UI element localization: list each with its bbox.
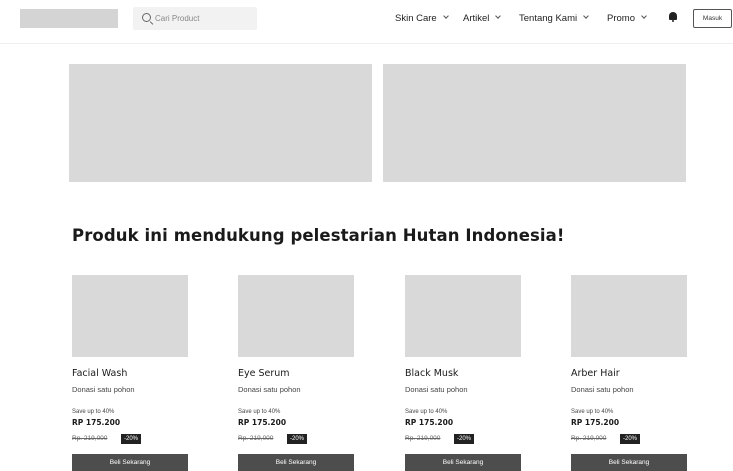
- product-old-price: Rp. 219,000: [571, 435, 607, 442]
- chevron-down-icon: [442, 13, 449, 19]
- product-old-price: Rp. 219,000: [238, 435, 274, 442]
- product-donation: Donasi satu pohon: [571, 385, 634, 394]
- product-card: Black Musk Donasi satu pohon Save up to …: [405, 275, 521, 471]
- search-bar[interactable]: [133, 7, 257, 30]
- product-donation: Donasi satu pohon: [238, 385, 301, 394]
- login-button[interactable]: Masuk: [693, 9, 732, 28]
- product-save-text: Save up to 40%: [571, 409, 614, 415]
- product-card: Arber Hair Donasi satu pohon Save up to …: [571, 275, 687, 471]
- buy-now-button[interactable]: Beli Sekarang: [238, 454, 354, 471]
- product-image[interactable]: [571, 275, 687, 357]
- nav-item-label: Skin Care: [395, 12, 437, 24]
- chevron-down-icon: [583, 13, 589, 19]
- chevron-down-icon: [641, 13, 647, 19]
- bell-clapper: [672, 20, 674, 22]
- discount-badge: -20%: [287, 434, 308, 444]
- banner-left[interactable]: [69, 64, 372, 182]
- nav-item-skin-care[interactable]: Skin Care: [395, 11, 449, 25]
- product-donation: Donasi satu pohon: [405, 385, 468, 394]
- buy-now-button[interactable]: Beli Sekarang: [571, 454, 687, 471]
- search-icon: [142, 13, 151, 22]
- product-price: RP 175.200: [72, 418, 121, 427]
- product-donation: Donasi satu pohon: [72, 385, 135, 394]
- nav-item-promo[interactable]: Promo: [607, 11, 647, 25]
- product-price: RP 175.200: [238, 418, 287, 427]
- product-name[interactable]: Black Musk: [405, 368, 458, 379]
- product-name[interactable]: Arber Hair: [571, 368, 620, 379]
- nav-item-label: Artikel: [463, 12, 490, 24]
- product-old-price: Rp. 219,000: [405, 435, 441, 442]
- nav-item-tentang-kami[interactable]: Tentang Kami: [519, 11, 589, 25]
- bell-dome: [669, 12, 677, 20]
- product-old-price: Rp. 219,000: [72, 435, 108, 442]
- bell-icon[interactable]: [669, 12, 677, 22]
- product-save-text: Save up to 40%: [405, 409, 448, 415]
- discount-badge: -20%: [454, 434, 475, 444]
- banner-right[interactable]: [383, 64, 686, 182]
- discount-badge: -20%: [620, 434, 641, 444]
- product-image[interactable]: [72, 275, 188, 357]
- section-title: Produk ini mendukung pelestarian Hutan I…: [72, 226, 565, 245]
- chevron-down-icon: [495, 13, 502, 19]
- buy-now-button[interactable]: Beli Sekarang: [72, 454, 188, 471]
- nav-item-artikel[interactable]: Artikel: [463, 11, 502, 25]
- buy-now-button[interactable]: Beli Sekarang: [405, 454, 521, 471]
- search-input[interactable]: [155, 7, 253, 30]
- product-price: RP 175.200: [405, 418, 454, 427]
- product-save-text: Save up to 40%: [238, 409, 281, 415]
- nav-item-label: Tentang Kami: [519, 12, 578, 24]
- product-save-text: Save up to 40%: [72, 409, 115, 415]
- logo-placeholder[interactable]: [20, 9, 118, 28]
- product-image[interactable]: [405, 275, 521, 357]
- product-card: Facial Wash Donasi satu pohon Save up to…: [72, 275, 188, 471]
- product-price: RP 175.200: [571, 418, 620, 427]
- nav-item-label: Promo: [607, 12, 635, 24]
- product-image[interactable]: [238, 275, 354, 357]
- discount-badge: -20%: [121, 434, 142, 444]
- product-card: Eye Serum Donasi satu pohon Save up to 4…: [238, 275, 354, 471]
- product-name[interactable]: Facial Wash: [72, 368, 127, 379]
- product-name[interactable]: Eye Serum: [238, 368, 290, 379]
- navbar: Skin Care Artikel Tentang Kami Promo Mas…: [0, 0, 733, 44]
